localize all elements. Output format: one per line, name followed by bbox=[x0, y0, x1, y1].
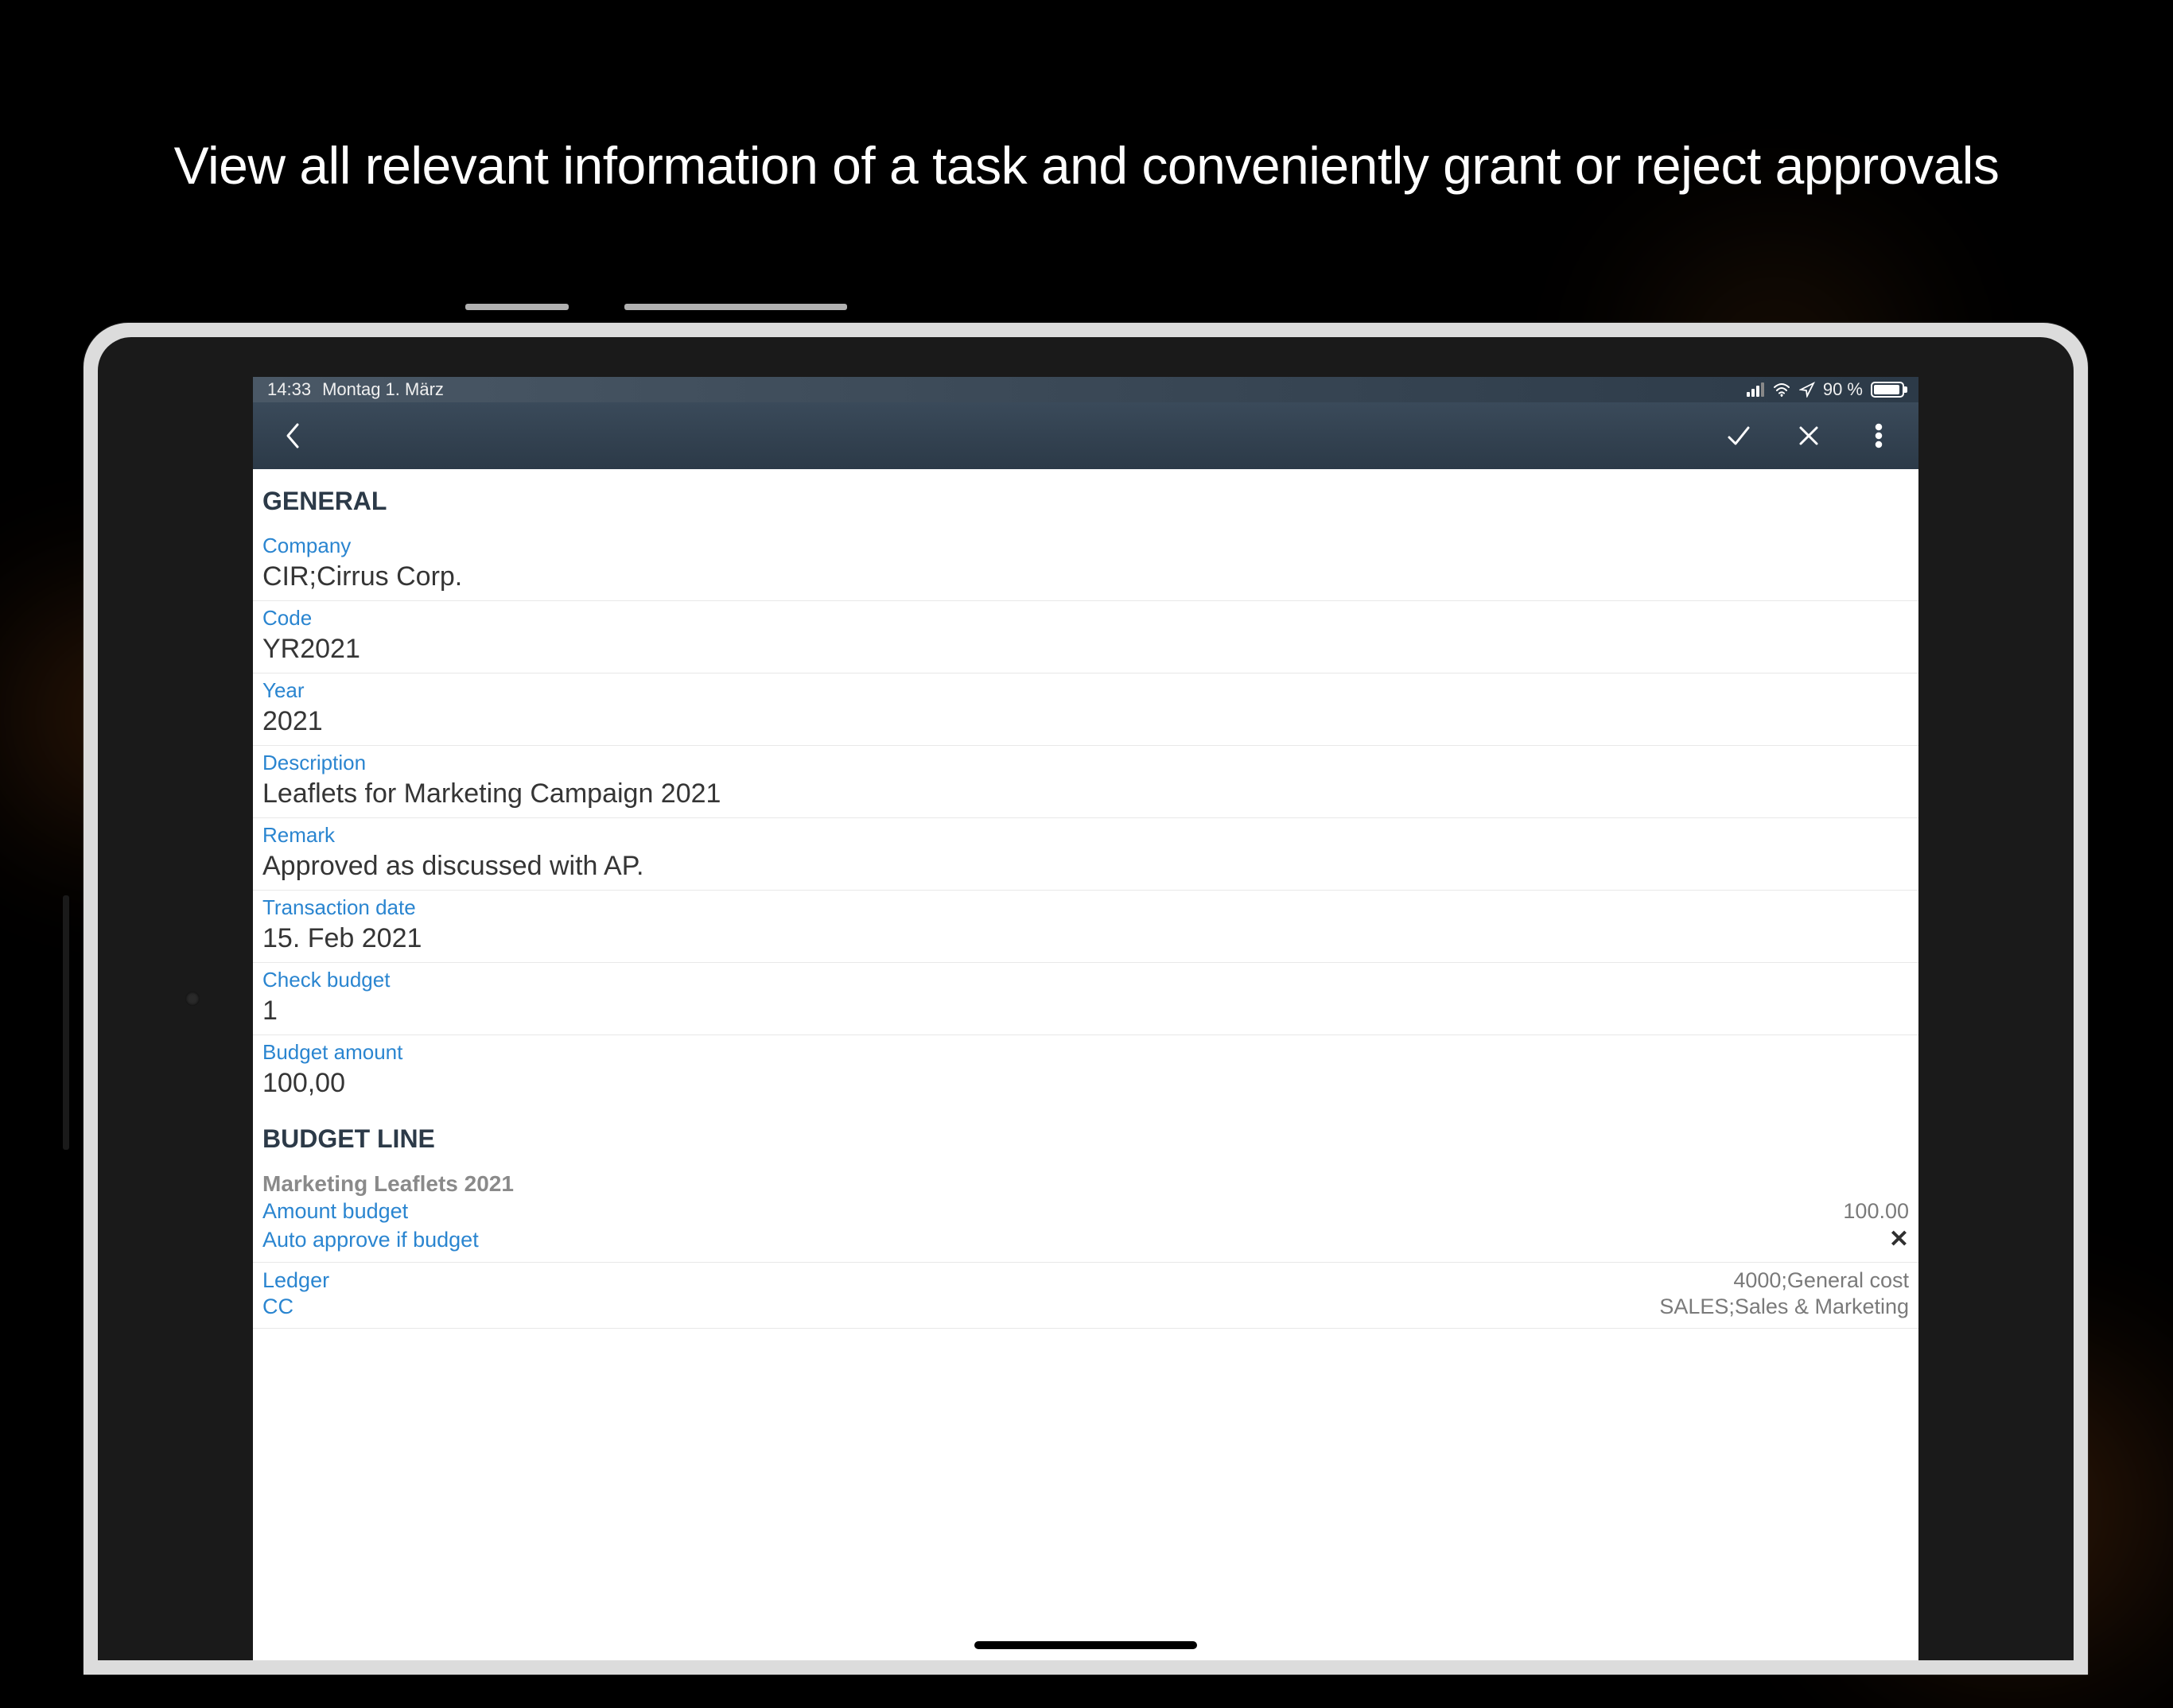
auto-approve-value-x-icon: ✕ bbox=[1889, 1225, 1909, 1253]
section-budget-line-title: BUDGET LINE bbox=[253, 1107, 1918, 1166]
field-remark: Remark Approved as discussed with AP. bbox=[253, 818, 1918, 891]
amount-budget-value: 100.00 bbox=[1843, 1199, 1909, 1224]
field-label: Code bbox=[262, 606, 1909, 631]
back-button[interactable] bbox=[277, 420, 309, 452]
field-label: Budget amount bbox=[262, 1040, 1909, 1065]
marketing-headline: View all relevant information of a task … bbox=[0, 135, 2173, 196]
field-value: Approved as discussed with AP. bbox=[262, 851, 1909, 882]
ledger-value: 4000;General cost bbox=[1733, 1268, 1909, 1293]
device-camera bbox=[185, 992, 200, 1006]
field-value: 1 bbox=[262, 996, 1909, 1027]
field-value: CIR;Cirrus Corp. bbox=[262, 561, 1909, 592]
cc-value: SALES;Sales & Marketing bbox=[1659, 1295, 1909, 1319]
field-value: YR2021 bbox=[262, 634, 1909, 665]
budget-line-amount-row: Amount budget 100.00 bbox=[253, 1198, 1918, 1225]
field-label: Remark bbox=[262, 823, 1909, 848]
battery-percent: 90 % bbox=[1823, 379, 1863, 400]
cellular-signal-icon bbox=[1747, 382, 1764, 397]
home-indicator[interactable] bbox=[974, 1641, 1197, 1649]
more-options-button[interactable] bbox=[1863, 420, 1895, 452]
auto-approve-label: Auto approve if budget bbox=[262, 1228, 479, 1252]
status-date: Montag 1. März bbox=[322, 379, 444, 400]
field-value: Leaflets for Marketing Campaign 2021 bbox=[262, 778, 1909, 809]
close-icon bbox=[1796, 423, 1821, 448]
app-screen: 14:33 Montag 1. März 90 % bbox=[253, 377, 1918, 1660]
budget-line-item-title: Marketing Leaflets 2021 bbox=[253, 1166, 1918, 1198]
ledger-label: Ledger bbox=[262, 1268, 329, 1293]
field-company: Company CIR;Cirrus Corp. bbox=[253, 529, 1918, 601]
budget-line-ledger-row: Ledger 4000;General cost bbox=[253, 1267, 1918, 1294]
field-label: Company bbox=[262, 534, 1909, 558]
field-year: Year 2021 bbox=[253, 673, 1918, 746]
app-toolbar bbox=[253, 402, 1918, 469]
battery-icon bbox=[1871, 382, 1904, 398]
location-icon bbox=[1799, 382, 1815, 398]
field-label: Year bbox=[262, 678, 1909, 703]
status-time: 14:33 bbox=[267, 379, 311, 400]
more-vertical-icon bbox=[1875, 423, 1883, 448]
chevron-left-icon bbox=[283, 421, 302, 450]
field-description: Description Leaflets for Marketing Campa… bbox=[253, 746, 1918, 818]
field-check-budget: Check budget 1 bbox=[253, 963, 1918, 1035]
tablet-device-frame: 14:33 Montag 1. März 90 % bbox=[84, 323, 2088, 1675]
field-value: 15. Feb 2021 bbox=[262, 923, 1909, 954]
detail-content[interactable]: GENERAL Company CIR;Cirrus Corp. Code YR… bbox=[253, 469, 1918, 1329]
section-general-title: GENERAL bbox=[253, 469, 1918, 529]
field-value: 2021 bbox=[262, 706, 1909, 737]
wifi-icon bbox=[1772, 382, 1791, 398]
field-transaction-date: Transaction date 15. Feb 2021 bbox=[253, 891, 1918, 963]
budget-line-autoapprove-row: Auto approve if budget ✕ bbox=[253, 1225, 1918, 1254]
field-label: Description bbox=[262, 751, 1909, 775]
approve-button[interactable] bbox=[1723, 420, 1755, 452]
status-bar: 14:33 Montag 1. März 90 % bbox=[253, 377, 1918, 402]
reject-button[interactable] bbox=[1793, 420, 1825, 452]
check-icon bbox=[1724, 421, 1753, 450]
cc-label: CC bbox=[262, 1295, 293, 1319]
field-label: Transaction date bbox=[262, 895, 1909, 920]
amount-budget-label: Amount budget bbox=[262, 1199, 408, 1224]
field-label: Check budget bbox=[262, 968, 1909, 992]
field-budget-amount: Budget amount 100,00 bbox=[253, 1035, 1918, 1107]
field-value: 100,00 bbox=[262, 1068, 1909, 1099]
budget-line-cc-row: CC SALES;Sales & Marketing bbox=[253, 1294, 1918, 1320]
field-code: Code YR2021 bbox=[253, 601, 1918, 673]
